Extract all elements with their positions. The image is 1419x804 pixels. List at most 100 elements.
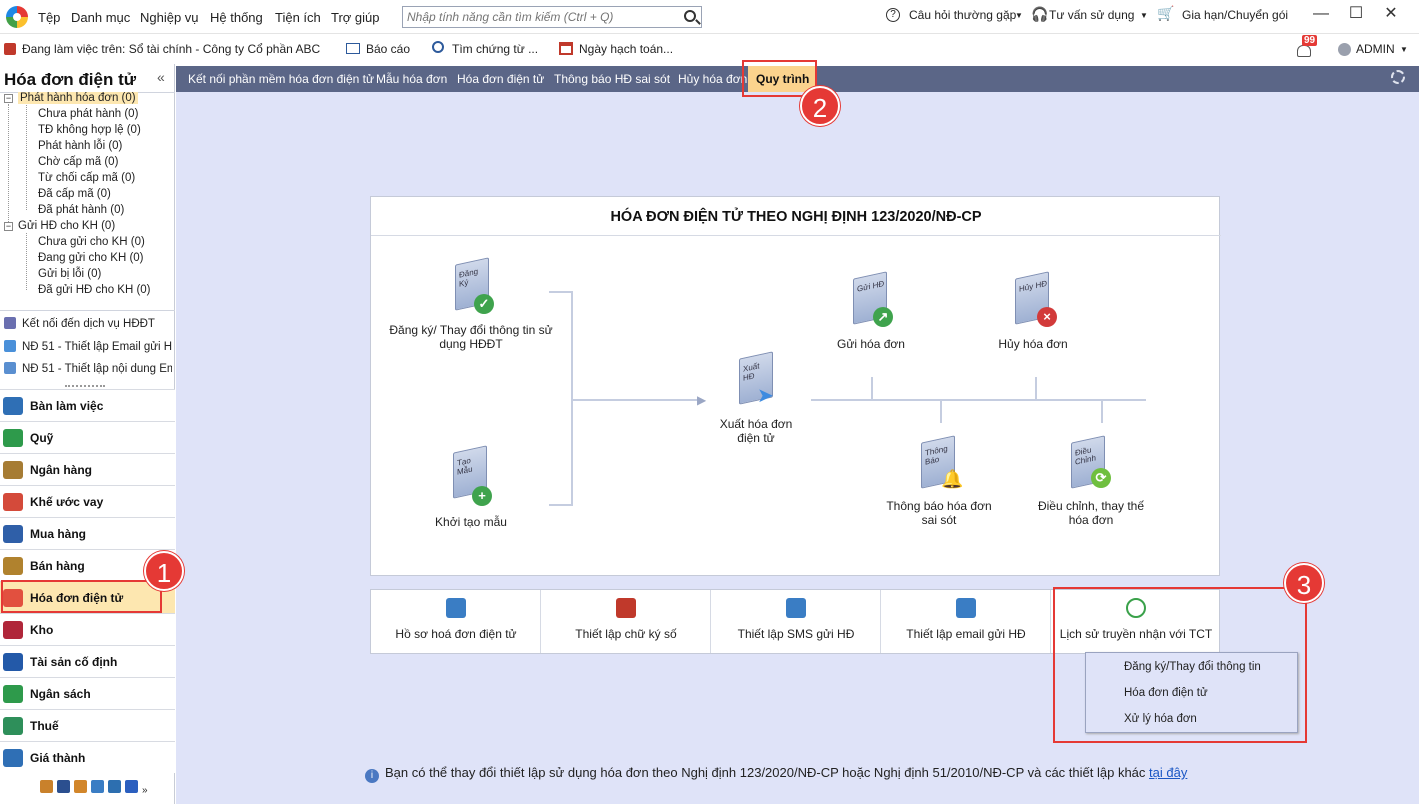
shortcut-email-setup[interactable]: NĐ 51 - Thiết lập Email gửi HĐ bbox=[4, 340, 172, 353]
splitter-grip[interactable] bbox=[65, 385, 105, 388]
tree-item[interactable]: Gửi HĐ cho KH (0) bbox=[18, 220, 115, 232]
chevron-down-icon[interactable]: ▼ bbox=[1400, 45, 1408, 54]
user-add-icon[interactable] bbox=[74, 780, 87, 793]
step-adjust[interactable]: Điều chỉnh, thay thế hóa đơn bbox=[1031, 499, 1151, 527]
menu-catalog[interactable]: Danh mục bbox=[71, 10, 130, 25]
shortcut-connect-service[interactable]: Kết nối đến dịch vụ HĐĐT bbox=[4, 317, 172, 330]
tree-item[interactable]: TĐ không hợp lệ (0) bbox=[38, 124, 141, 136]
maximize-button[interactable]: ☐ bbox=[1342, 4, 1370, 24]
book-icon[interactable] bbox=[57, 780, 70, 793]
headset-icon: 🎧 bbox=[1031, 6, 1049, 22]
arrow-right-icon: ▶ bbox=[697, 393, 707, 407]
database-icon bbox=[4, 317, 16, 329]
tree-collapse-icon[interactable]: − bbox=[4, 94, 13, 103]
search-icon[interactable] bbox=[684, 10, 696, 22]
menu-operations[interactable]: Nghiệp vụ bbox=[140, 10, 199, 25]
step-issue[interactable]: Xuất hóa đơn điện tử bbox=[711, 417, 801, 445]
search-input[interactable] bbox=[403, 7, 673, 27]
step-marker-3: 3 bbox=[1284, 563, 1324, 603]
faq-button[interactable]: Câu hỏi thường gặp bbox=[909, 8, 1016, 22]
tab-connect[interactable]: Kết nối phần mềm hóa đơn điện tử bbox=[188, 66, 374, 92]
menu-system[interactable]: Hệ thống bbox=[210, 10, 263, 25]
step-template[interactable]: Khởi tạo mẫu bbox=[431, 515, 511, 529]
sidebar: Hóa đơn điện tử « − − Phát hành hóa đơn … bbox=[0, 64, 175, 804]
menu-file[interactable]: Tệp bbox=[38, 10, 60, 25]
sms-icon bbox=[786, 598, 806, 618]
checkbox-icon[interactable] bbox=[125, 780, 138, 793]
module-cost[interactable]: Giá thành bbox=[0, 741, 175, 773]
folder-icon[interactable] bbox=[40, 780, 53, 793]
tree-item[interactable]: Chờ cấp mã (0) bbox=[38, 156, 118, 168]
support-button[interactable]: Tư vấn sử dụng bbox=[1049, 8, 1134, 22]
step-register[interactable]: Đăng ký/ Thay đổi thông tin sử dụng HĐĐT bbox=[386, 323, 556, 351]
tree-item[interactable]: Chưa phát hành (0) bbox=[38, 108, 138, 120]
tab-error-notice[interactable]: Thông báo HĐ sai sót bbox=[554, 66, 670, 92]
digital-signature-button[interactable]: Thiết lập chữ ký số bbox=[541, 590, 711, 653]
monitor-icon bbox=[446, 598, 466, 618]
tree-item[interactable]: Từ chối cấp mã (0) bbox=[38, 172, 135, 184]
tree-item[interactable]: Đã cấp mã (0) bbox=[38, 188, 111, 200]
minimize-button[interactable]: — bbox=[1307, 4, 1335, 24]
money-bag-icon bbox=[3, 685, 23, 703]
step-send[interactable]: Gửi hóa đơn bbox=[821, 337, 921, 351]
module-budget[interactable]: Ngân sách bbox=[0, 677, 175, 709]
module-loan[interactable]: Khế ước vay bbox=[0, 485, 175, 517]
bell-icon[interactable] bbox=[1297, 45, 1311, 57]
invoice-profile-button[interactable]: Hồ sơ hoá đơn điện tử bbox=[371, 590, 541, 653]
tree-item[interactable]: Đã phát hành (0) bbox=[38, 204, 124, 216]
step-marker-2: 2 bbox=[800, 86, 840, 126]
chevron-down-icon[interactable]: ▼ bbox=[1140, 11, 1148, 20]
tab-cancel-invoice[interactable]: Hủy hóa đơn bbox=[678, 66, 747, 92]
module-fixed-assets[interactable]: Tài sản cố định bbox=[0, 645, 175, 677]
gear-icon[interactable] bbox=[1391, 70, 1405, 84]
module-warehouse[interactable]: Kho bbox=[0, 613, 175, 645]
sidebar-title: Hóa đơn điện tử bbox=[4, 70, 137, 89]
module-purchase[interactable]: Mua hàng bbox=[0, 517, 175, 549]
menu-help[interactable]: Trợ giúp bbox=[331, 10, 380, 25]
refresh-icon: ⟳ bbox=[1091, 468, 1111, 488]
module-cash[interactable]: Quỹ bbox=[0, 421, 175, 453]
email-settings-icon bbox=[4, 340, 16, 352]
find-icon bbox=[432, 41, 444, 53]
module-bank[interactable]: Ngân hàng bbox=[0, 453, 175, 485]
tree-item[interactable]: Phát hành lỗi (0) bbox=[38, 140, 122, 152]
module-tax[interactable]: Thuế bbox=[0, 709, 175, 741]
email-setup-button[interactable]: Thiết lập email gửi HĐ bbox=[881, 590, 1051, 653]
shortcut-email-content[interactable]: NĐ 51 - Thiết lập nội dung Em bbox=[4, 362, 172, 375]
tree-item[interactable]: Gửi bị lỗi (0) bbox=[38, 268, 101, 280]
tree-collapse-icon[interactable]: − bbox=[4, 222, 13, 231]
menu-utilities[interactable]: Tiện ích bbox=[275, 10, 321, 25]
tree-item[interactable]: Phát hành hóa đơn (0) bbox=[18, 92, 138, 104]
tree-item[interactable]: Đã gửi HĐ cho KH (0) bbox=[38, 284, 151, 296]
step-notify[interactable]: Thông báo hóa đơn sai sót bbox=[879, 499, 999, 527]
sms-setup-button[interactable]: Thiết lập SMS gửi HĐ bbox=[711, 590, 881, 653]
info-icon: i bbox=[365, 769, 379, 783]
report-button[interactable]: Báo cáo bbox=[366, 42, 410, 56]
more-icon[interactable]: » bbox=[142, 785, 148, 796]
help-circle-icon: ? bbox=[886, 8, 900, 22]
step-cancel[interactable]: Hủy hóa đơn bbox=[983, 337, 1083, 351]
check-icon: ✓ bbox=[474, 294, 494, 314]
tab-templates[interactable]: Mẫu hóa đơn bbox=[376, 66, 447, 92]
users-icon[interactable] bbox=[91, 780, 104, 793]
module-desk[interactable]: Bàn làm việc bbox=[0, 389, 175, 421]
tree-item[interactable]: Chưa gửi cho KH (0) bbox=[38, 236, 145, 248]
car-icon[interactable] bbox=[108, 780, 121, 793]
bank-icon bbox=[3, 461, 23, 479]
info-line: i Bạn có thể thay đổi thiết lập sử dụng h… bbox=[365, 765, 1187, 783]
settings-link[interactable]: tại đây bbox=[1149, 765, 1187, 780]
module-shortcut-bar: » bbox=[40, 780, 148, 796]
renew-button[interactable]: Gia hạn/Chuyển gói bbox=[1182, 8, 1288, 22]
chevron-down-icon[interactable]: ▼ bbox=[1015, 11, 1023, 20]
arrow-circle-icon: ↗ bbox=[873, 307, 893, 327]
find-document-button[interactable]: Tìm chứng từ ... bbox=[452, 42, 538, 56]
close-button[interactable]: ✕ bbox=[1377, 4, 1405, 24]
workspace-label[interactable]: Đang làm việc trên: Sổ tài chính - Công … bbox=[22, 42, 320, 56]
search-box[interactable] bbox=[402, 6, 702, 28]
posting-date-button[interactable]: Ngày hạch toán... bbox=[579, 42, 673, 56]
tab-e-invoices[interactable]: Hóa đơn điện tử bbox=[457, 66, 544, 92]
user-menu[interactable]: ADMIN bbox=[1356, 42, 1395, 56]
tree-item[interactable]: Đang gửi cho KH (0) bbox=[38, 252, 144, 264]
collapse-icon[interactable]: « bbox=[157, 69, 165, 85]
bell-icon: 🔔 bbox=[941, 469, 964, 489]
